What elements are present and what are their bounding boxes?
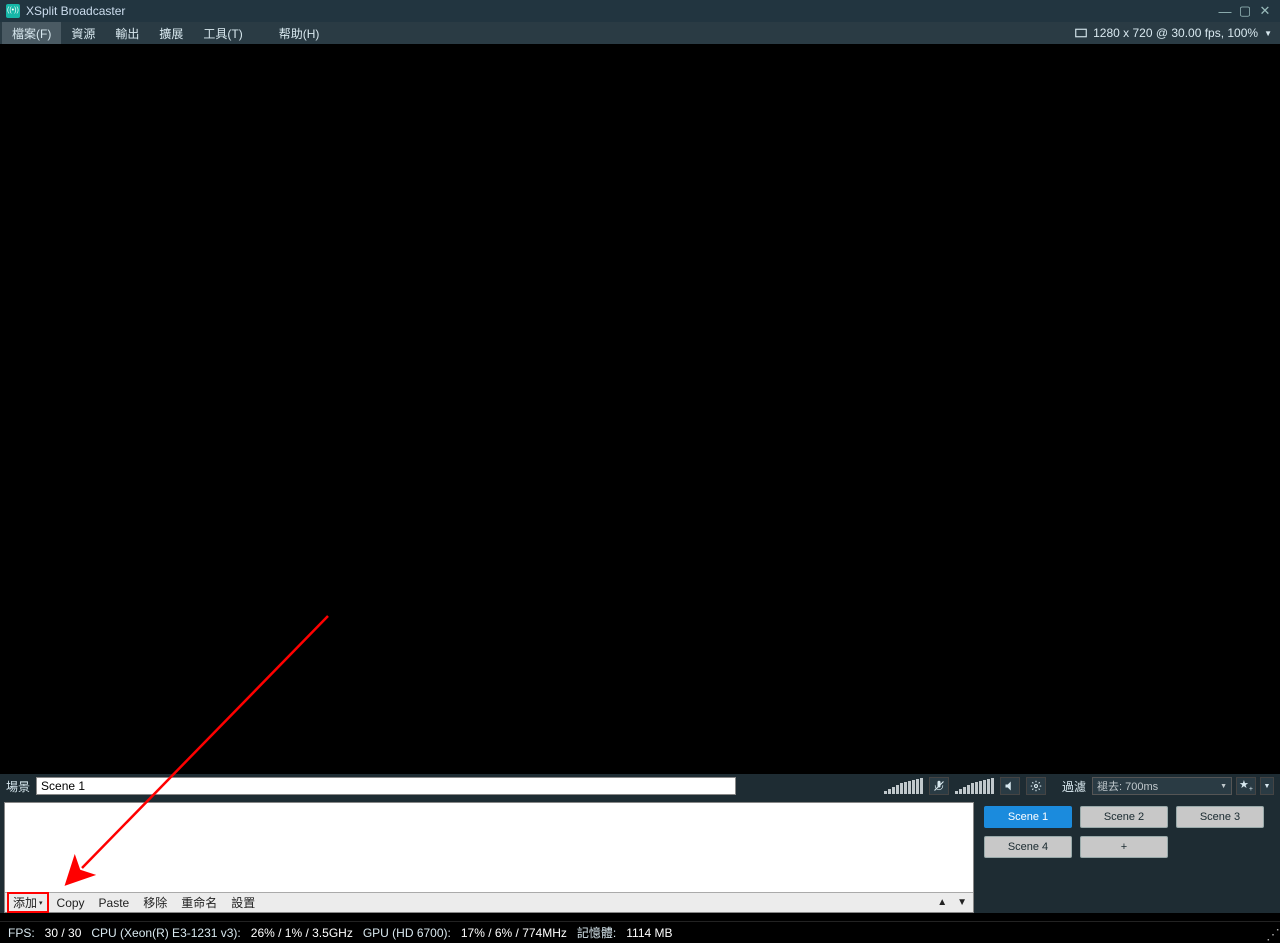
add-source-label: 添加: [13, 894, 37, 911]
menu-extensions[interactable]: 擴展: [149, 22, 193, 45]
source-settings-button[interactable]: 設置: [225, 892, 261, 913]
mic-volume-meter[interactable]: [884, 778, 923, 794]
scene-button-2[interactable]: Scene 2: [1080, 806, 1168, 828]
microphone-slash-icon: [933, 780, 945, 792]
speaker-icon: [1004, 780, 1016, 792]
fps-label: FPS:: [8, 926, 35, 940]
mem-label: 記憶體:: [577, 924, 616, 941]
sources-panel: 添加 ▾ Copy Paste 移除 重命名 設置 ▲ ▼: [4, 802, 974, 913]
gpu-value: 17% / 6% / 774MHz: [461, 926, 567, 940]
resolution-display[interactable]: 1280 x 720 @ 30.00 fps, 100% ▼: [1075, 26, 1278, 40]
menu-help[interactable]: 帮助(H): [269, 22, 330, 45]
gpu-label: GPU (HD 6700):: [363, 926, 451, 940]
audio-settings-button[interactable]: [1026, 777, 1046, 795]
chevron-down-icon: ▼: [1220, 783, 1227, 790]
paste-source-button[interactable]: Paste: [93, 894, 136, 912]
titlebar: XSplit Broadcaster — ▢ ✕: [0, 0, 1280, 22]
move-source-down-button[interactable]: ▼: [953, 897, 971, 908]
scene-label: 場景: [6, 778, 30, 795]
remove-source-button[interactable]: 移除: [137, 892, 173, 913]
transition-label: 過濾: [1062, 778, 1086, 795]
move-source-up-button[interactable]: ▲: [933, 897, 951, 908]
scene-name-input[interactable]: [36, 777, 736, 795]
resize-grip[interactable]: ⋰: [1266, 929, 1278, 941]
cpu-label: CPU (Xeon(R) E3-1231 v3):: [91, 926, 240, 940]
favorite-transition-button[interactable]: ★+: [1236, 777, 1256, 795]
maximize-button[interactable]: ▢: [1236, 3, 1254, 19]
menu-sources[interactable]: 資源: [61, 22, 105, 45]
menu-file[interactable]: 檔案(F): [2, 22, 61, 45]
transition-menu-button[interactable]: ▼: [1260, 777, 1274, 795]
scene-control-bar: 場景 過濾 褪去: 700ms ▼ ★+ ▼: [0, 774, 1280, 798]
copy-source-button[interactable]: Copy: [51, 894, 91, 912]
scene-button-1[interactable]: Scene 1: [984, 806, 1072, 828]
screen-icon: [1075, 27, 1087, 39]
sources-toolbar: 添加 ▾ Copy Paste 移除 重命名 設置 ▲ ▼: [5, 892, 973, 912]
sources-list[interactable]: [5, 803, 973, 892]
star-icon: ★+: [1239, 778, 1253, 793]
speaker-button[interactable]: [1000, 777, 1020, 795]
preview-area[interactable]: [0, 44, 1280, 774]
close-button[interactable]: ✕: [1256, 3, 1274, 19]
resolution-text: 1280 x 720 @ 30.00 fps, 100%: [1093, 26, 1258, 40]
scene-button-3[interactable]: Scene 3: [1176, 806, 1264, 828]
mem-value: 1114 MB: [626, 926, 672, 940]
statusbar: FPS: 30 / 30 CPU (Xeon(R) E3-1231 v3): 2…: [0, 921, 1280, 943]
mic-mute-button[interactable]: [929, 777, 949, 795]
menubar: 檔案(F) 資源 輸出 擴展 工具(T) 帮助(H) 1280 x 720 @ …: [0, 22, 1280, 44]
cpu-value: 26% / 1% / 3.5GHz: [251, 926, 353, 940]
add-source-button[interactable]: 添加 ▾: [7, 892, 49, 913]
fps-value: 30 / 30: [45, 926, 82, 940]
add-scene-button[interactable]: +: [1080, 836, 1168, 858]
transition-select[interactable]: 褪去: 700ms ▼: [1092, 777, 1232, 795]
app-title: XSplit Broadcaster: [26, 4, 125, 18]
scenes-panel: Scene 1 Scene 2 Scene 3 Scene 4 +: [974, 798, 1280, 913]
chevron-down-icon: ▼: [1264, 29, 1272, 38]
bottom-panel: 添加 ▾ Copy Paste 移除 重命名 設置 ▲ ▼ Scene 1 Sc…: [0, 798, 1280, 913]
menu-outputs[interactable]: 輸出: [105, 22, 149, 45]
minimize-button[interactable]: —: [1216, 3, 1234, 19]
scene-button-4[interactable]: Scene 4: [984, 836, 1072, 858]
chevron-down-icon: ▼: [1264, 783, 1271, 790]
rename-source-button[interactable]: 重命名: [175, 892, 223, 913]
speaker-volume-meter[interactable]: [955, 778, 994, 794]
app-icon: [6, 4, 20, 18]
transition-value: 褪去: 700ms: [1097, 778, 1158, 794]
chevron-down-icon: ▾: [39, 899, 43, 907]
menu-tools[interactable]: 工具(T): [193, 22, 252, 45]
gear-icon: [1030, 780, 1042, 792]
